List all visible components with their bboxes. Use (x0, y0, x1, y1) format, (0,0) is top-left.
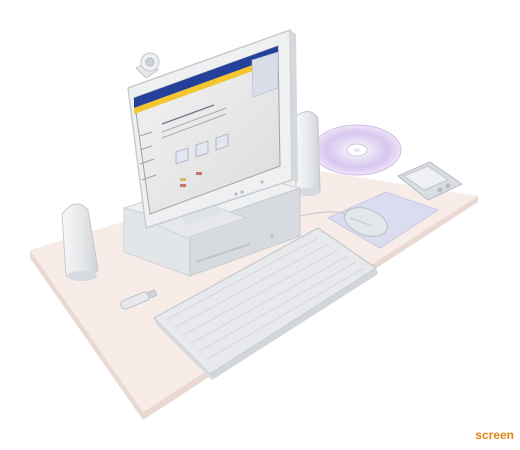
caption-label: screen (475, 428, 514, 442)
speaker-left (61, 203, 99, 281)
cd-disc (312, 124, 402, 176)
webcam (135, 52, 160, 79)
desk-scene-illustration (30, 28, 478, 420)
speaker-right (295, 111, 321, 196)
